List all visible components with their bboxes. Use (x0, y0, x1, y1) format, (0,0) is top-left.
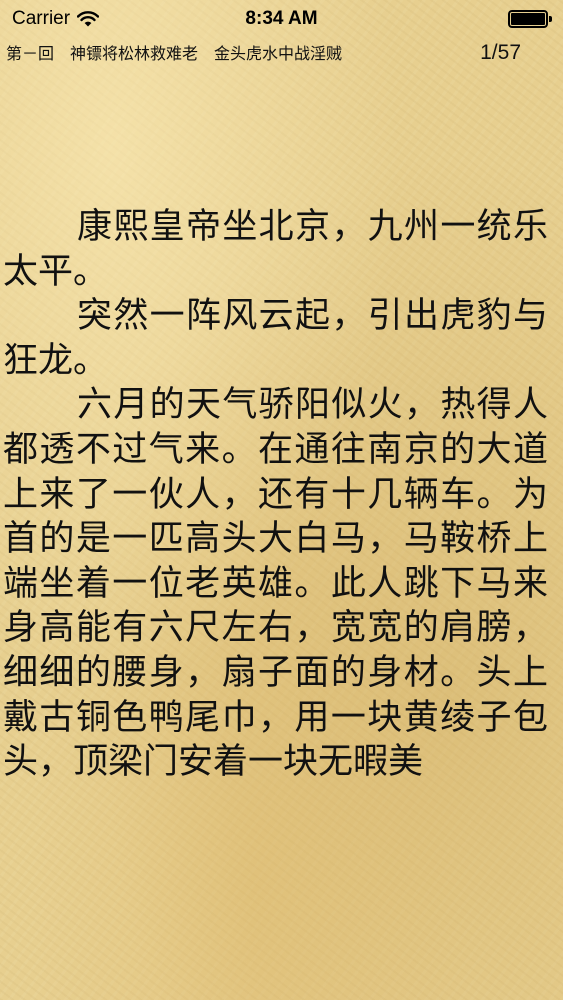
battery-icon (508, 10, 554, 28)
status-bar: Carrier 8:34 AM (0, 0, 563, 38)
reading-text: 康熙皇帝坐北京，九州一统乐太平。 突然一阵风云起，引出虎豹与狂龙。 六月的天气骄… (0, 205, 548, 785)
page-indicator: 1/57 (480, 41, 521, 64)
chapter-header: 第－回 神镖将松林救难老 金头虎水中战淫贼 1/57 (0, 38, 563, 70)
chapter-title: 第－回 神镖将松林救难老 金头虎水中战淫贼 (6, 44, 343, 63)
paragraph: 突然一阵风云起，引出虎豹与狂龙。 (3, 296, 548, 381)
paragraph: 六月的天气骄阳似火，热得人都透不过气来。在通往南京的大道上来了一伙人，还有十几辆… (3, 385, 548, 783)
paragraph: 康熙皇帝坐北京，九州一统乐太平。 (3, 207, 548, 292)
status-time: 8:34 AM (245, 8, 318, 29)
battery-level (511, 13, 545, 25)
reading-area[interactable]: 康熙皇帝坐北京，九州一统乐太平。 突然一阵风云起，引出虎豹与狂龙。 六月的天气骄… (0, 205, 563, 925)
battery-cap (549, 16, 552, 22)
